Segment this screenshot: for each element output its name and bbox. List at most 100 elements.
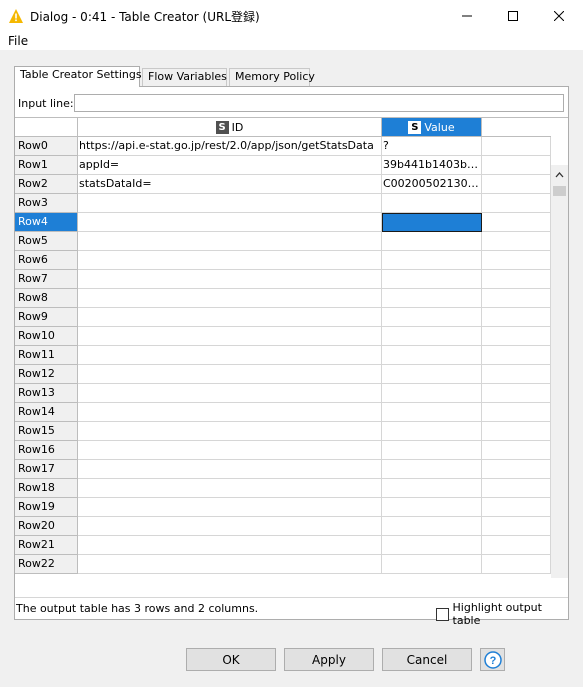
cell-value[interactable]: [382, 194, 482, 213]
cell-id[interactable]: [78, 422, 382, 441]
cell-empty[interactable]: [482, 403, 551, 422]
row-header[interactable]: Row22: [15, 555, 78, 574]
cell-id[interactable]: https://api.e-stat.go.jp/rest/2.0/app/js…: [78, 137, 382, 156]
input-line-field[interactable]: [74, 94, 564, 112]
tab-flow-variables[interactable]: Flow Variables: [142, 68, 227, 86]
cell-id[interactable]: [78, 384, 382, 403]
row-header[interactable]: Row8: [15, 289, 78, 308]
row-header[interactable]: Row16: [15, 441, 78, 460]
maximize-button[interactable]: [490, 0, 536, 32]
highlight-output-toggle[interactable]: Highlight output table: [436, 601, 568, 627]
cell-empty[interactable]: [482, 441, 551, 460]
row-header[interactable]: Row14: [15, 403, 78, 422]
ok-button[interactable]: OK: [186, 648, 276, 671]
cell-value[interactable]: [382, 441, 482, 460]
row-header[interactable]: Row15: [15, 422, 78, 441]
vertical-scrollbar[interactable]: [551, 165, 568, 578]
cell-value[interactable]: [382, 251, 482, 270]
cell-empty[interactable]: [482, 460, 551, 479]
row-header[interactable]: Row17: [15, 460, 78, 479]
cell-empty[interactable]: [482, 498, 551, 517]
cell-empty[interactable]: [482, 479, 551, 498]
row-header[interactable]: Row12: [15, 365, 78, 384]
row-header[interactable]: Row18: [15, 479, 78, 498]
apply-button[interactable]: Apply: [284, 648, 374, 671]
cell-value[interactable]: ?: [382, 137, 482, 156]
cell-empty[interactable]: [482, 156, 551, 175]
column-header-value[interactable]: S Value: [382, 118, 482, 137]
cell-id[interactable]: [78, 498, 382, 517]
cell-value[interactable]: [382, 270, 482, 289]
cell-id[interactable]: [78, 536, 382, 555]
cell-value[interactable]: [382, 365, 482, 384]
row-header[interactable]: Row10: [15, 327, 78, 346]
cell-id[interactable]: [78, 270, 382, 289]
cell-id[interactable]: appId=: [78, 156, 382, 175]
row-header[interactable]: Row7: [15, 270, 78, 289]
row-header[interactable]: Row0: [15, 137, 78, 156]
cell-empty[interactable]: [482, 536, 551, 555]
minimize-button[interactable]: [444, 0, 490, 32]
vertical-scroll-thumb[interactable]: [553, 186, 566, 196]
cell-id[interactable]: [78, 517, 382, 536]
cell-empty[interactable]: [482, 327, 551, 346]
cell-value[interactable]: [382, 232, 482, 251]
row-header[interactable]: Row21: [15, 536, 78, 555]
cell-id[interactable]: [78, 213, 382, 232]
cell-empty[interactable]: [482, 555, 551, 574]
row-header[interactable]: Row1: [15, 156, 78, 175]
cell-value[interactable]: 39b441b1403bde5...: [382, 156, 482, 175]
cell-id[interactable]: [78, 194, 382, 213]
cell-value[interactable]: C0020050213000: [382, 175, 482, 194]
cell-id[interactable]: [78, 308, 382, 327]
cell-value[interactable]: [382, 498, 482, 517]
cell-value[interactable]: [382, 213, 482, 232]
cell-id[interactable]: [78, 460, 382, 479]
cell-id[interactable]: [78, 479, 382, 498]
cell-value[interactable]: [382, 289, 482, 308]
cell-empty[interactable]: [482, 251, 551, 270]
cell-empty[interactable]: [482, 175, 551, 194]
row-header[interactable]: Row19: [15, 498, 78, 517]
cell-empty[interactable]: [482, 270, 551, 289]
row-header[interactable]: Row9: [15, 308, 78, 327]
scroll-up-arrow[interactable]: [551, 169, 568, 181]
cell-empty[interactable]: [482, 365, 551, 384]
row-header[interactable]: Row5: [15, 232, 78, 251]
cell-value[interactable]: [382, 422, 482, 441]
row-header[interactable]: Row13: [15, 384, 78, 403]
row-header[interactable]: Row3: [15, 194, 78, 213]
cell-id[interactable]: [78, 251, 382, 270]
cell-id[interactable]: [78, 289, 382, 308]
tab-table-creator-settings[interactable]: Table Creator Settings: [14, 66, 142, 87]
cell-empty[interactable]: [482, 517, 551, 536]
column-header-id[interactable]: S ID: [78, 118, 382, 137]
cell-value[interactable]: [382, 403, 482, 422]
cell-empty[interactable]: [482, 137, 551, 156]
cell-value[interactable]: [382, 327, 482, 346]
cell-empty[interactable]: [482, 384, 551, 403]
cell-id[interactable]: [78, 327, 382, 346]
cell-value[interactable]: [382, 346, 482, 365]
row-header[interactable]: Row20: [15, 517, 78, 536]
highlight-checkbox[interactable]: [436, 607, 449, 621]
cell-value[interactable]: [382, 517, 482, 536]
cell-empty[interactable]: [482, 346, 551, 365]
cell-value[interactable]: [382, 555, 482, 574]
cell-value[interactable]: [382, 460, 482, 479]
cell-id[interactable]: [78, 403, 382, 422]
help-button[interactable]: ?: [480, 648, 505, 671]
cell-value[interactable]: [382, 536, 482, 555]
close-button[interactable]: [536, 0, 582, 32]
cell-empty[interactable]: [482, 422, 551, 441]
cell-value[interactable]: [382, 308, 482, 327]
cell-id[interactable]: statsDataId=: [78, 175, 382, 194]
cell-value[interactable]: [382, 479, 482, 498]
row-header[interactable]: Row4: [15, 213, 78, 232]
row-header[interactable]: Row2: [15, 175, 78, 194]
tab-memory-policy[interactable]: Memory Policy: [229, 68, 315, 86]
cell-empty[interactable]: [482, 289, 551, 308]
cell-id[interactable]: [78, 346, 382, 365]
cell-empty[interactable]: [482, 232, 551, 251]
cell-id[interactable]: [78, 232, 382, 251]
